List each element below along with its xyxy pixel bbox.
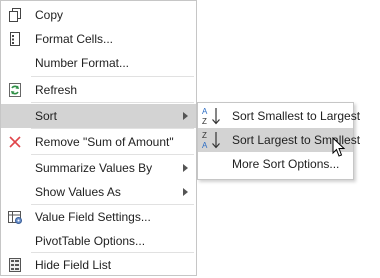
submenu-item-label: More Sort Options...: [232, 157, 340, 171]
context-menu: Copy Format Cells... Number Format... Re…: [0, 0, 197, 276]
menu-item-label: Sort: [35, 109, 58, 123]
remove-x-icon: [3, 130, 27, 154]
sort-submenu: A Z Sort Smallest to Largest Z A Sort La…: [197, 102, 360, 180]
menu-item-number-format[interactable]: Number Format...: [1, 51, 196, 75]
menu-item-label: Value Field Settings...: [35, 210, 151, 224]
sort-icon-letter-z: Z: [202, 131, 207, 140]
sort-largest-to-smallest[interactable]: Z A Sort Largest to Smallest: [198, 128, 360, 152]
sort-icon-letter-z: Z: [202, 117, 207, 126]
menu-item-label: Show Values As: [35, 185, 121, 199]
sort-smallest-to-largest[interactable]: A Z Sort Smallest to Largest: [198, 104, 360, 128]
copy-icon: [3, 3, 27, 27]
menu-separator: [31, 154, 194, 155]
value-field-settings-icon: [3, 205, 27, 229]
menu-item-pivottable-options[interactable]: PivotTable Options...: [1, 229, 196, 253]
menu-item-sort[interactable]: Sort: [1, 104, 196, 128]
submenu-item-label: Sort Smallest to Largest: [232, 109, 361, 123]
submenu-arrow-icon: [183, 188, 188, 196]
menu-item-label: PivotTable Options...: [35, 234, 146, 248]
menu-item-label: Hide Field List: [35, 258, 112, 272]
menu-item-format-cells[interactable]: Format Cells...: [1, 27, 196, 51]
submenu-arrow-icon: [183, 164, 188, 172]
menu-item-label: Number Format...: [35, 56, 130, 70]
submenu-arrow-icon: [183, 112, 188, 120]
sort-z-to-a-icon: Z A: [200, 128, 224, 152]
menu-item-label: Summarize Values By: [35, 161, 153, 175]
menu-item-value-field-settings[interactable]: Value Field Settings...: [1, 205, 196, 229]
menu-item-remove-field[interactable]: Remove "Sum of Amount": [1, 130, 196, 154]
more-sort-options[interactable]: More Sort Options...: [198, 152, 353, 176]
format-cells-icon: [3, 27, 27, 51]
menu-item-copy[interactable]: Copy: [1, 3, 196, 27]
mouse-pointer-icon: [332, 137, 346, 157]
refresh-icon: [3, 78, 27, 102]
menu-item-summarize-values-by[interactable]: Summarize Values By: [1, 156, 196, 180]
sort-icon-letter-a: A: [202, 107, 208, 116]
menu-item-show-values-as[interactable]: Show Values As: [1, 180, 196, 204]
menu-separator: [31, 76, 194, 77]
menu-item-label: Refresh: [35, 83, 78, 97]
menu-item-hide-field-list[interactable]: Hide Field List: [1, 253, 196, 277]
menu-item-label: Copy: [35, 8, 64, 22]
sort-icon-letter-a: A: [202, 141, 208, 150]
menu-separator: [31, 128, 194, 129]
menu-separator: [31, 102, 194, 103]
menu-item-label: Remove "Sum of Amount": [35, 135, 174, 149]
menu-item-label: Format Cells...: [35, 32, 114, 46]
field-list-icon: [3, 253, 27, 277]
menu-item-refresh[interactable]: Refresh: [1, 78, 196, 102]
sort-a-to-z-icon: A Z: [200, 104, 224, 128]
